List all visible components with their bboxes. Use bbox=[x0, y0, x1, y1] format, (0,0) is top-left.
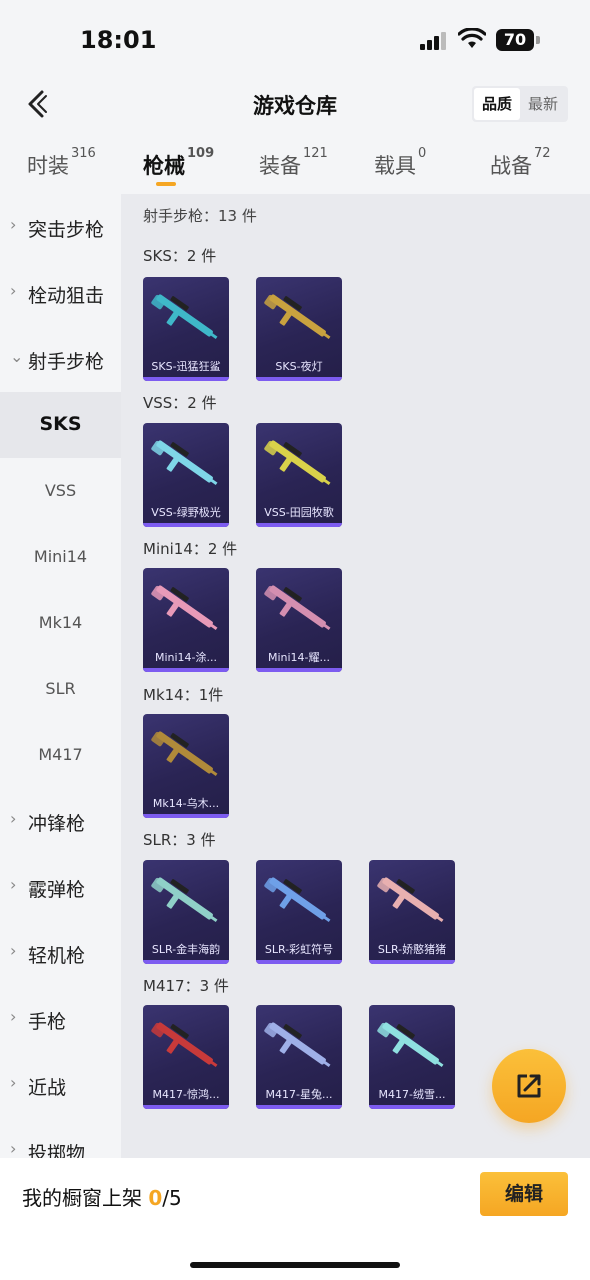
rifle-icon bbox=[256, 568, 342, 648]
item-card[interactable]: Mini14-涂... bbox=[143, 568, 229, 672]
rifle-icon bbox=[143, 860, 229, 940]
item-grid: 射手步枪：13 件 SKS：2 件 SKS-迅猛狂鲨 SKS-夜灯 VSS：2 … bbox=[121, 194, 590, 1158]
chevron-right-icon: › bbox=[10, 1139, 17, 1158]
active-tab-indicator bbox=[156, 182, 176, 186]
rifle-icon bbox=[256, 277, 342, 357]
item-card[interactable]: SKS-迅猛狂鲨 bbox=[143, 277, 229, 381]
share-out-icon bbox=[517, 1074, 541, 1098]
chevron-right-icon: › bbox=[10, 281, 17, 300]
sidebar-item-pistol[interactable]: › 手枪 bbox=[0, 986, 121, 1052]
status-time: 18:01 bbox=[80, 26, 157, 54]
item-card[interactable]: Mk14-乌木... bbox=[143, 714, 229, 818]
sidebar-item-assault-rifle[interactable]: › 突击步枪 bbox=[0, 194, 121, 260]
group-title: M417：3 件 bbox=[143, 977, 229, 995]
group-title: Mk14：1件 bbox=[143, 686, 224, 704]
sidebar-item-slr[interactable]: SLR bbox=[0, 656, 121, 722]
tab-fashion[interactable]: 时装316 bbox=[27, 146, 96, 180]
showcase-status: 我的橱窗上架 0/5 bbox=[22, 1186, 182, 1210]
item-card[interactable]: SLR-金丰海韵 bbox=[143, 860, 229, 964]
wifi-icon bbox=[458, 28, 486, 48]
sidebar: › 突击步枪 › 栓动狙击 ⌄ 射手步枪 SKS VSS Mini14 Mk14 SL… bbox=[0, 194, 121, 1164]
sidebar-item-bolt-sniper[interactable]: › 栓动狙击 bbox=[0, 260, 121, 326]
rifle-icon bbox=[256, 1005, 342, 1085]
rifle-icon bbox=[256, 860, 342, 940]
section-heading: 射手步枪：13 件 bbox=[143, 207, 257, 225]
item-card[interactable]: SLR-彩虹符号 bbox=[256, 860, 342, 964]
chevron-right-icon: › bbox=[10, 1073, 17, 1092]
edit-button[interactable]: 编辑 bbox=[480, 1172, 568, 1216]
category-tabs: 时装316 枪械109 装备121 载具0 战备72 bbox=[0, 142, 590, 194]
tab-firearms[interactable]: 枪械109 bbox=[143, 146, 214, 180]
sidebar-item-mk14[interactable]: Mk14 bbox=[0, 590, 121, 656]
nav-bar: 游戏仓库 品质 最新 bbox=[0, 78, 590, 132]
sort-toggle: 品质 最新 bbox=[472, 86, 568, 122]
item-card[interactable]: VSS-田园牧歌 bbox=[256, 423, 342, 527]
chevron-right-icon: › bbox=[10, 941, 17, 960]
battery-icon: 70 bbox=[496, 29, 534, 51]
sidebar-item-vss[interactable]: VSS bbox=[0, 458, 121, 524]
rifle-icon bbox=[143, 423, 229, 503]
sort-quality-button[interactable]: 品质 bbox=[474, 88, 520, 120]
item-card[interactable]: SLR-娇憨猪猪 bbox=[369, 860, 455, 964]
status-bar: 18:01 70 bbox=[0, 0, 590, 80]
chevron-down-icon: ⌄ bbox=[10, 347, 24, 366]
sidebar-item-m417[interactable]: M417 bbox=[0, 722, 121, 788]
sidebar-item-shotgun[interactable]: › 霰弹枪 bbox=[0, 854, 121, 920]
item-card[interactable]: M417-惊鸿... bbox=[143, 1005, 229, 1109]
tab-supplies[interactable]: 战备72 bbox=[490, 146, 551, 180]
group-title: SKS：2 件 bbox=[143, 247, 217, 265]
tab-equipment[interactable]: 装备121 bbox=[259, 146, 328, 180]
item-card[interactable]: M417-绒雪... bbox=[369, 1005, 455, 1109]
rifle-icon bbox=[256, 423, 342, 503]
item-card[interactable]: SKS-夜灯 bbox=[256, 277, 342, 381]
sidebar-item-lmg[interactable]: › 轻机枪 bbox=[0, 920, 121, 986]
sidebar-item-melee[interactable]: › 近战 bbox=[0, 1052, 121, 1118]
sidebar-item-dmr[interactable]: ⌄ 射手步枪 bbox=[0, 326, 121, 392]
home-indicator bbox=[190, 1262, 400, 1268]
item-card[interactable]: VSS-绿野极光 bbox=[143, 423, 229, 527]
sidebar-item-smg[interactable]: › 冲锋枪 bbox=[0, 788, 121, 854]
sort-latest-button[interactable]: 最新 bbox=[520, 88, 566, 120]
chevron-right-icon: › bbox=[10, 1007, 17, 1026]
sidebar-item-mini14[interactable]: Mini14 bbox=[0, 524, 121, 590]
bottom-bar: 我的橱窗上架 0/5 编辑 bbox=[0, 1158, 590, 1280]
item-card[interactable]: M417-星兔... bbox=[256, 1005, 342, 1109]
rifle-icon bbox=[143, 277, 229, 357]
share-button[interactable] bbox=[492, 1049, 566, 1123]
tab-vehicles[interactable]: 载具0 bbox=[374, 146, 426, 180]
group-title: SLR：3 件 bbox=[143, 831, 216, 849]
cellular-signal-icon bbox=[420, 30, 448, 50]
rifle-icon bbox=[369, 860, 455, 940]
group-title: VSS：2 件 bbox=[143, 394, 217, 412]
group-title: Mini14：2 件 bbox=[143, 540, 238, 558]
rifle-icon bbox=[369, 1005, 455, 1085]
chevron-right-icon: › bbox=[10, 809, 17, 828]
rifle-icon bbox=[143, 568, 229, 648]
battery-tip bbox=[536, 36, 540, 44]
chevron-right-icon: › bbox=[10, 215, 17, 234]
item-card[interactable]: Mini14-耀... bbox=[256, 568, 342, 672]
rifle-icon bbox=[143, 714, 229, 794]
rifle-icon bbox=[143, 1005, 229, 1085]
sidebar-item-sks[interactable]: SKS bbox=[0, 392, 121, 458]
chevron-right-icon: › bbox=[10, 875, 17, 894]
